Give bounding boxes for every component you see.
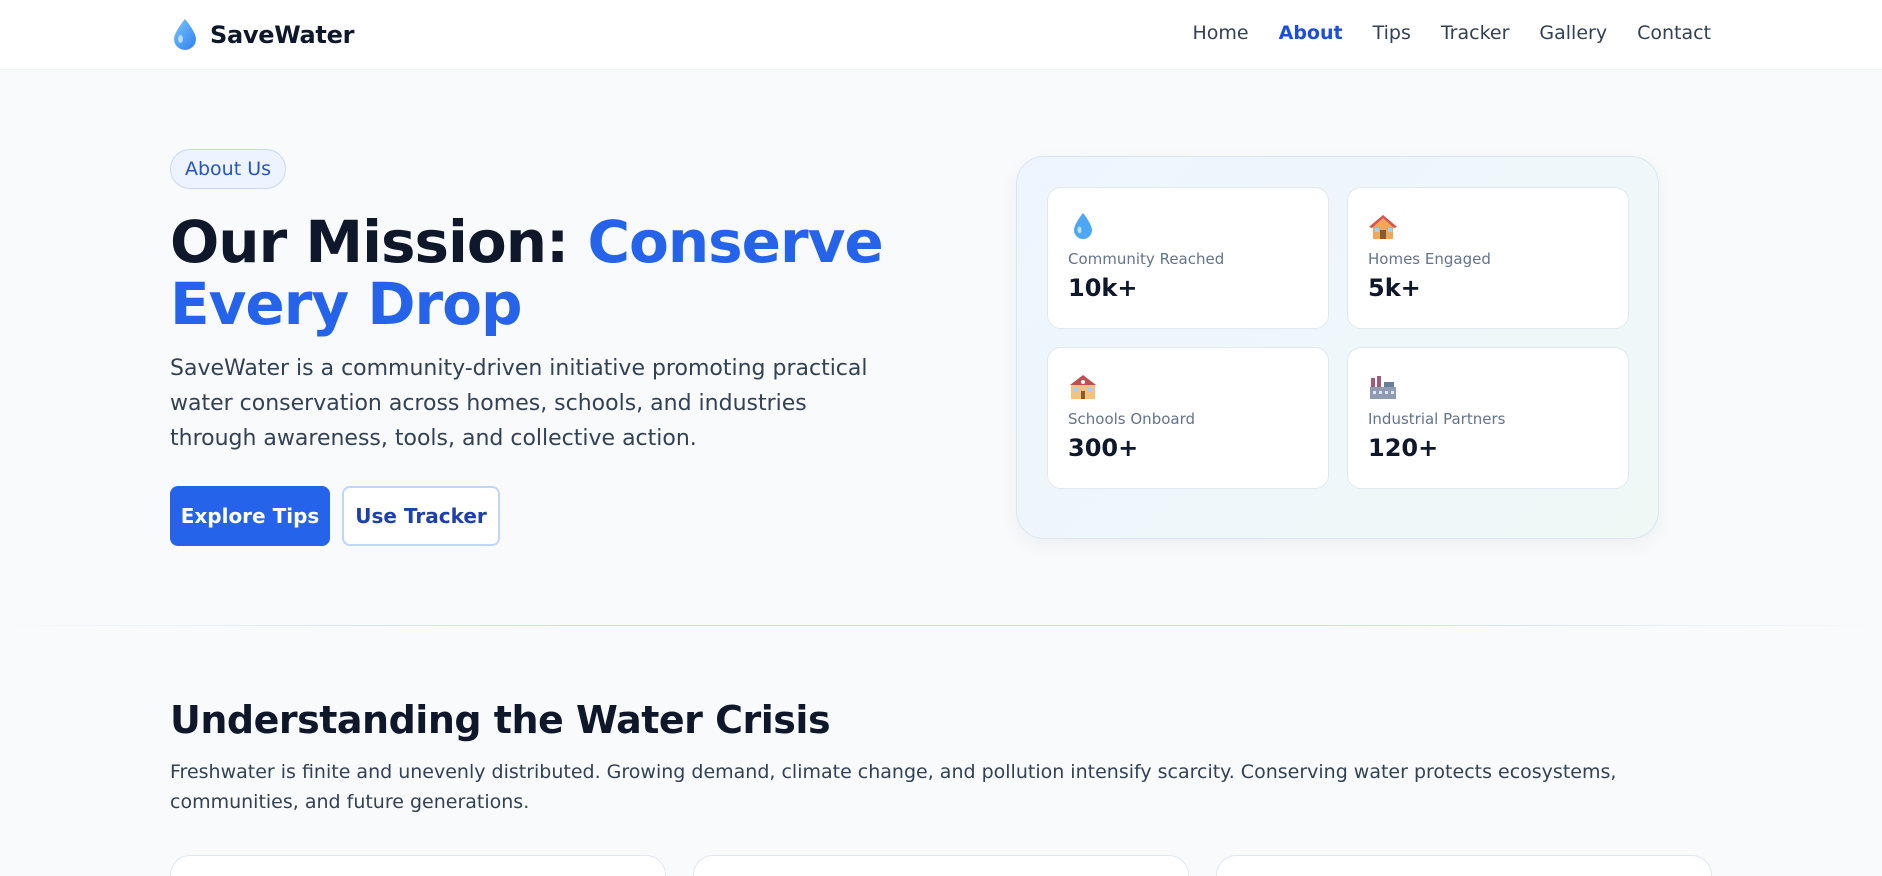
stat-label: Homes Engaged bbox=[1368, 250, 1491, 268]
nav-item-about[interactable]: About bbox=[1279, 22, 1343, 44]
house-icon bbox=[1369, 215, 1397, 239]
hero-actions: Explore Tips Use Tracker bbox=[170, 486, 890, 546]
stat-value: 10k+ bbox=[1068, 274, 1138, 302]
water-drop-icon bbox=[174, 19, 196, 50]
stat-value: 120+ bbox=[1368, 434, 1439, 462]
about-us-pill: About Us bbox=[170, 149, 287, 189]
stat-card-industry: Industrial Partners 120+ bbox=[1347, 347, 1629, 489]
hero-description: SaveWater is a community-driven initiati… bbox=[170, 356, 868, 451]
school-icon bbox=[1070, 375, 1096, 399]
stat-label: Community Reached bbox=[1068, 250, 1225, 268]
stat-card-schools: Schools Onboard 300+ bbox=[1047, 347, 1329, 489]
stats-panel: Community Reached 10k+ Homes Engaged 5k+… bbox=[1016, 156, 1659, 539]
top-navbar: SaveWater Home About Tips Tracker Galler… bbox=[0, 0, 1882, 70]
stat-value: 300+ bbox=[1068, 434, 1139, 462]
brand[interactable]: SaveWater bbox=[170, 17, 354, 53]
stat-card-community: Community Reached 10k+ bbox=[1047, 187, 1329, 329]
use-tracker-button[interactable]: Use Tracker bbox=[342, 486, 500, 546]
water-drop-icon bbox=[1074, 213, 1092, 239]
section-divider bbox=[0, 625, 1882, 626]
title-part1: Our Mission: bbox=[170, 208, 588, 276]
info-card bbox=[170, 855, 666, 876]
stat-label: Industrial Partners bbox=[1368, 410, 1506, 428]
page-title: Our Mission: Conserve Every Drop bbox=[170, 211, 890, 335]
nav-item-contact[interactable]: Contact bbox=[1637, 22, 1711, 44]
info-card bbox=[693, 855, 1189, 876]
nav-item-tracker[interactable]: Tracker bbox=[1441, 22, 1510, 44]
stat-label: Schools Onboard bbox=[1068, 410, 1196, 428]
explore-tips-button[interactable]: Explore Tips bbox=[170, 486, 330, 546]
nav-item-gallery[interactable]: Gallery bbox=[1539, 22, 1607, 44]
section-description: Freshwater is finite and unevenly distri… bbox=[170, 761, 1617, 813]
nav-item-home[interactable]: Home bbox=[1193, 22, 1249, 44]
nav-item-tips[interactable]: Tips bbox=[1373, 22, 1411, 44]
stat-card-homes: Homes Engaged 5k+ bbox=[1347, 187, 1629, 329]
factory-icon bbox=[1370, 376, 1396, 399]
stat-value: 5k+ bbox=[1368, 274, 1421, 302]
brand-name: SaveWater bbox=[210, 21, 355, 49]
section-title: Understanding the Water Crisis bbox=[170, 698, 831, 742]
hero-section: About Us Our Mission: Conserve Every Dro… bbox=[170, 149, 890, 546]
info-card bbox=[1216, 855, 1712, 876]
nav-links: Home About Tips Tracker Gallery Contact bbox=[1193, 22, 1711, 44]
